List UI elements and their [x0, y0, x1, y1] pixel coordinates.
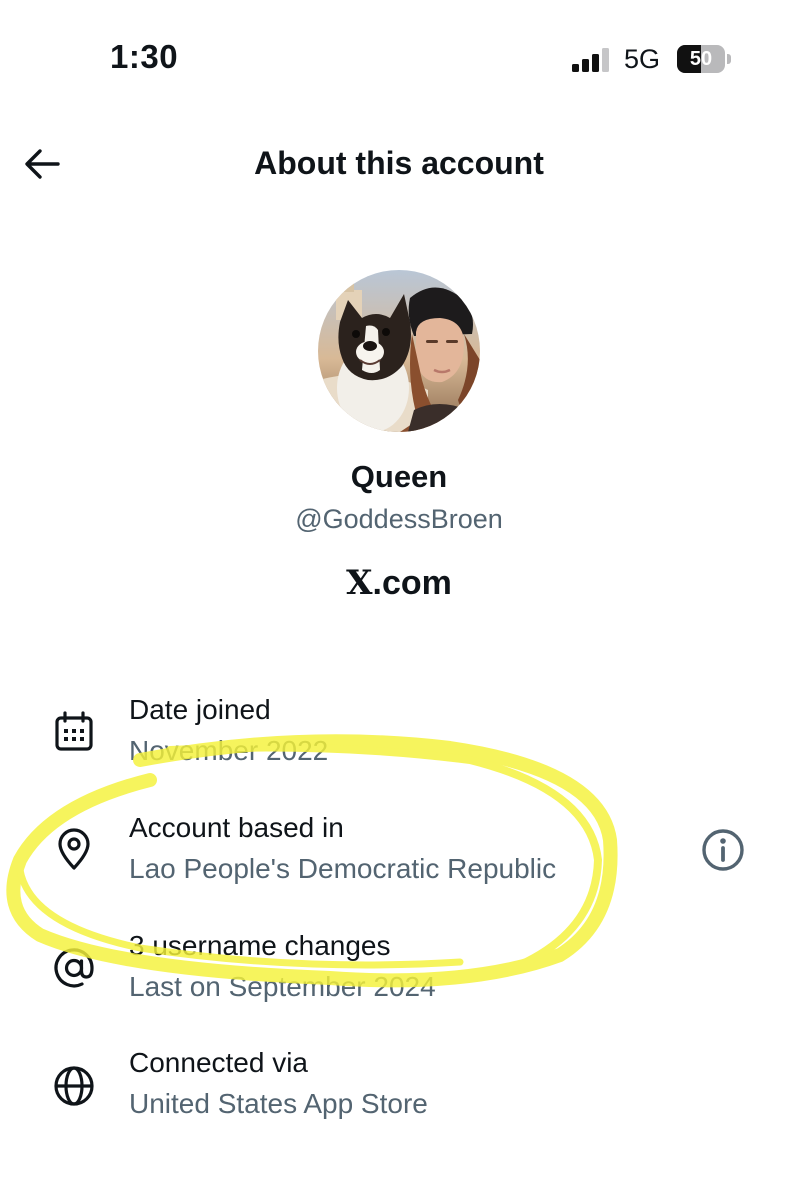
username-changes-value: Last on September 2024 — [129, 971, 436, 1002]
x-logo-icon: X — [346, 563, 373, 603]
site-label: X.com — [0, 563, 798, 603]
status-time: 1:30 — [110, 38, 179, 75]
user-handle: @GoddessBroen — [295, 504, 503, 534]
battery-level: 50 — [689, 48, 713, 70]
info-icon[interactable] — [700, 827, 746, 873]
username-changes-label: 3 username changes — [129, 930, 391, 961]
account-based-in-label: Account based in — [129, 812, 344, 843]
location-pin-icon — [58, 828, 90, 870]
globe-icon — [54, 1066, 94, 1106]
connected-via-value: United States App Store — [129, 1088, 428, 1119]
display-name: Queen — [350, 459, 448, 494]
site-domain: .com — [372, 564, 452, 602]
network-type: 5G — [624, 44, 661, 74]
avatar — [318, 270, 480, 432]
signal-strength-icon — [572, 48, 609, 72]
date-joined-value: November 2022 — [129, 735, 329, 766]
account-based-in-value: Lao People's Democratic Republic — [129, 853, 557, 884]
page-title: About this account — [254, 145, 544, 181]
connected-via-label: Connected via — [129, 1047, 309, 1078]
at-sign-icon — [54, 948, 94, 988]
calendar-icon — [55, 711, 93, 751]
battery-icon: 50 — [677, 45, 733, 73]
date-joined-label: Date joined — [129, 694, 271, 725]
